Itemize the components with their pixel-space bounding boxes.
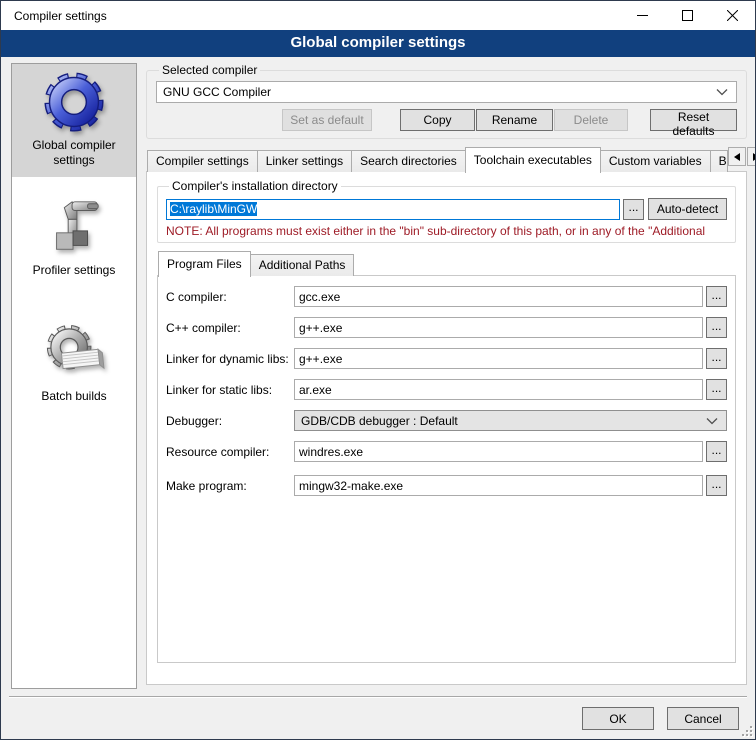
field-row-linker-static: Linker for static libs: ... <box>166 379 727 400</box>
install-dir-input[interactable]: C:\raylib\MinGW <box>166 199 620 220</box>
field-row-resource-compiler: Resource compiler: ... <box>166 441 727 462</box>
install-dir-group: Compiler's installation directory C:\ray… <box>157 179 736 243</box>
resize-grip[interactable] <box>742 726 752 736</box>
linker-static-browse-button[interactable]: ... <box>706 379 727 400</box>
minimize-icon <box>637 10 648 21</box>
install-dir-group-label: Compiler's installation directory <box>169 179 341 193</box>
make-program-browse-button[interactable]: ... <box>706 475 727 496</box>
settings-tabs: Compiler settings Linker settings Search… <box>146 147 747 172</box>
maximize-icon <box>682 10 693 21</box>
tab-linker-settings[interactable]: Linker settings <box>257 150 352 172</box>
cpp-compiler-browse-button[interactable]: ... <box>706 317 727 338</box>
chevron-down-icon <box>716 88 728 96</box>
resource-compiler-label: Resource compiler: <box>166 445 294 459</box>
field-row-c-compiler: C compiler: ... <box>166 286 727 307</box>
sidebar-item-label: Global compiler settings <box>14 138 134 168</box>
field-row-debugger: Debugger: GDB/CDB debugger : Default <box>166 410 727 431</box>
program-tabs: Program Files Additional Paths <box>157 251 736 276</box>
titlebar: Compiler settings <box>1 1 755 30</box>
sidebar-item-global-compiler-settings[interactable]: Global compiler settings <box>12 64 136 177</box>
minimize-button[interactable] <box>620 1 665 30</box>
selected-compiler-group-label: Selected compiler <box>159 63 260 77</box>
field-row-cpp-compiler: C++ compiler: ... <box>166 317 727 338</box>
sidebar-item-label: Batch builds <box>14 389 134 404</box>
tab-search-directories[interactable]: Search directories <box>351 150 466 172</box>
ok-button[interactable]: OK <box>582 707 654 730</box>
sidebar-item-batch-builds[interactable]: Batch builds <box>12 315 136 413</box>
resource-compiler-input[interactable] <box>294 441 703 462</box>
cpp-compiler-input[interactable] <box>294 317 703 338</box>
debugger-select-value: GDB/CDB debugger : Default <box>301 414 706 428</box>
linker-dynamic-browse-button[interactable]: ... <box>706 348 727 369</box>
field-row-linker-dynamic: Linker for dynamic libs: ... <box>166 348 727 369</box>
tab-scroll-left-button[interactable] <box>728 147 746 166</box>
window-title: Compiler settings <box>1 9 107 23</box>
tab-custom-variables[interactable]: Custom variables <box>600 150 711 172</box>
compiler-settings-dialog: Compiler settings Global compiler settin… <box>0 0 756 740</box>
selected-compiler-group: Selected compiler GNU GCC Compiler Set a… <box>146 63 747 139</box>
compiler-select-value: GNU GCC Compiler <box>163 85 716 99</box>
compiler-actions: Set as default Copy Rename Delete Reset … <box>156 109 737 131</box>
debugger-label: Debugger: <box>166 414 294 428</box>
blue-gear-icon <box>43 71 105 133</box>
copy-button[interactable]: Copy <box>400 109 475 131</box>
cancel-button[interactable]: Cancel <box>667 707 739 730</box>
gray-gear-stack-icon <box>43 322 105 384</box>
install-dir-browse-button[interactable]: ... <box>623 199 644 220</box>
resource-compiler-browse-button[interactable]: ... <box>706 441 727 462</box>
arrow-left-icon <box>734 153 740 161</box>
install-dir-selected-text: C:\raylib\MinGW <box>170 202 257 216</box>
maximize-button[interactable] <box>665 1 710 30</box>
sidebar-item-label: Profiler settings <box>14 263 134 278</box>
linker-static-label: Linker for static libs: <box>166 383 294 397</box>
field-row-make-program: Make program: ... <box>166 475 727 496</box>
rename-button[interactable]: Rename <box>476 109 553 131</box>
tab-compiler-settings[interactable]: Compiler settings <box>147 150 258 172</box>
tab-scroll-right-button[interactable] <box>747 147 756 166</box>
subtab-program-files[interactable]: Program Files <box>158 251 251 277</box>
chevron-down-icon <box>706 417 718 425</box>
subtab-additional-paths[interactable]: Additional Paths <box>250 254 355 276</box>
c-compiler-input[interactable] <box>294 286 703 307</box>
caption-buttons <box>620 1 755 30</box>
delete-button[interactable]: Delete <box>554 109 628 131</box>
install-dir-row: C:\raylib\MinGW ... Auto-detect <box>166 198 727 220</box>
compiler-select[interactable]: GNU GCC Compiler <box>156 81 737 103</box>
tab-build-options[interactable]: Build options <box>710 150 728 172</box>
c-compiler-browse-button[interactable]: ... <box>706 286 727 307</box>
footer-buttons: OK Cancel <box>582 707 739 730</box>
install-dir-note: NOTE: All programs must exist either in … <box>166 224 727 238</box>
settings-category-list: Global compiler settings Profi <box>11 63 137 689</box>
make-program-input[interactable] <box>294 475 703 496</box>
program-files-panel: C compiler: ... C++ compiler: ... Linker… <box>157 275 736 663</box>
make-program-label: Make program: <box>166 479 294 493</box>
close-icon <box>727 10 738 21</box>
footer-separator <box>9 696 747 698</box>
dialog-header: Global compiler settings <box>1 30 755 57</box>
linker-dynamic-input[interactable] <box>294 348 703 369</box>
tab-scroll-arrows <box>727 147 756 166</box>
main-panel: Selected compiler GNU GCC Compiler Set a… <box>146 63 747 739</box>
dialog-content: Global compiler settings Profi <box>1 57 755 739</box>
sidebar-item-profiler-settings[interactable]: Profiler settings <box>12 189 136 287</box>
linker-dynamic-label: Linker for dynamic libs: <box>166 352 294 366</box>
debugger-select[interactable]: GDB/CDB debugger : Default <box>294 410 727 431</box>
set-as-default-button[interactable]: Set as default <box>282 109 372 131</box>
toolchain-executables-panel: Compiler's installation directory C:\ray… <box>146 171 747 685</box>
linker-static-input[interactable] <box>294 379 703 400</box>
cpp-compiler-label: C++ compiler: <box>166 321 294 335</box>
caliper-icon <box>43 196 105 258</box>
tab-toolchain-executables[interactable]: Toolchain executables <box>465 147 601 173</box>
close-button[interactable] <box>710 1 755 30</box>
autodetect-button[interactable]: Auto-detect <box>648 198 727 220</box>
arrow-right-icon <box>753 153 756 161</box>
reset-defaults-button[interactable]: Reset defaults <box>650 109 737 131</box>
c-compiler-label: C compiler: <box>166 290 294 304</box>
